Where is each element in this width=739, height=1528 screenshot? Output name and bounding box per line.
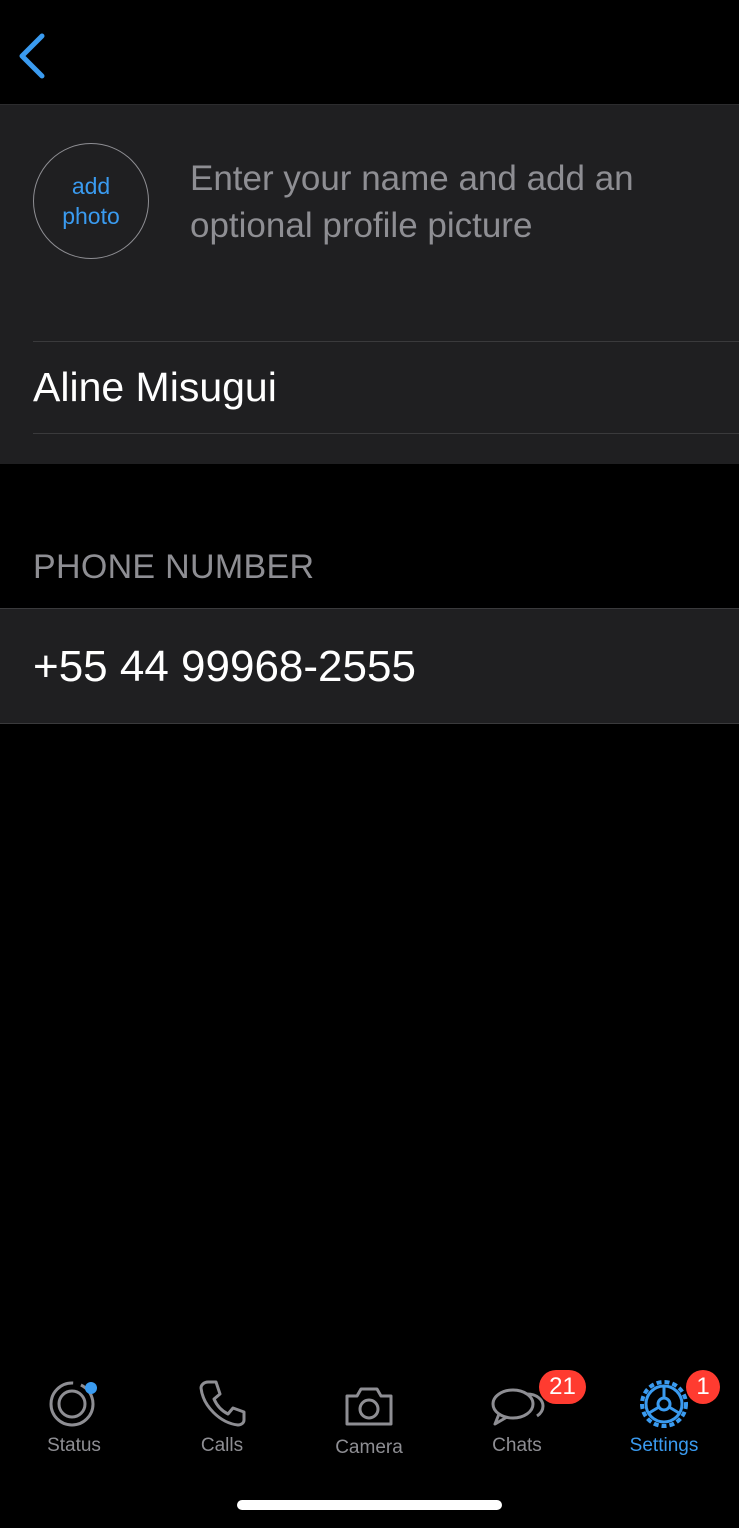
tab-status[interactable]: Status [0,1360,148,1470]
chevron-left-icon [19,33,45,79]
phone-icon [199,1380,246,1427]
tab-settings-label: Settings [629,1435,699,1456]
settings-badge: 1 [686,1370,720,1404]
phone-number-section-header: PHONE NUMBER [33,548,315,586]
tab-settings[interactable]: 1 Settings [590,1360,738,1470]
tab-calls-label: Calls [200,1435,244,1456]
profile-section: add photo Enter your name and add an opt… [0,104,739,464]
status-icon [49,1381,97,1427]
profile-hint-text: Enter your name and add an optional prof… [190,159,634,245]
chats-unread-badge: 21 [539,1370,586,1404]
phone-number-row: +55 44 99968-2555 [0,608,739,724]
name-field-row [33,341,739,434]
tab-chats[interactable]: 21 Chats [443,1360,591,1470]
name-input[interactable] [33,342,739,433]
tab-camera-label: Camera [335,1437,403,1458]
tab-camera[interactable]: Camera [295,1360,443,1470]
add-photo-label: add photo [62,173,120,229]
tab-chats-label: Chats [492,1435,542,1456]
navigation-bar [0,0,739,104]
back-button[interactable] [14,30,54,82]
tab-calls[interactable]: Calls [148,1360,296,1470]
gear-icon [640,1380,688,1428]
phone-number-value: +55 44 99968-2555 [33,642,416,691]
camera-icon [345,1387,393,1426]
add-photo-button[interactable]: add photo [33,143,149,259]
tab-status-label: Status [47,1435,101,1456]
home-indicator [237,1500,502,1510]
